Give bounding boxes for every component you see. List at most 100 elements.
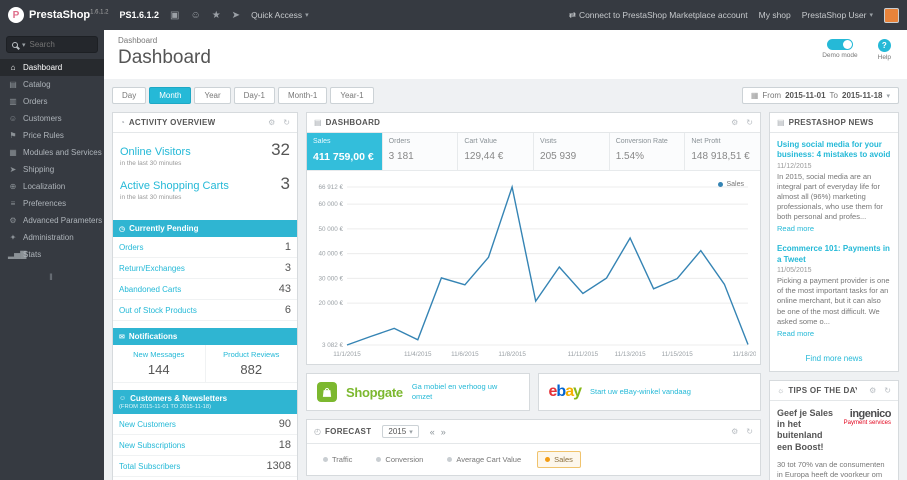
abandoned-carts-link[interactable]: Abandoned Carts [119, 285, 181, 294]
sidebar-item-stats[interactable]: ▂▅▇ Stats [0, 246, 104, 263]
active-carts-link[interactable]: Active Shopping Carts [120, 180, 229, 192]
orders-link[interactable]: Orders [119, 243, 143, 252]
pending-row-returns: Return/Exchanges 3 [113, 258, 297, 279]
kpi-orders[interactable]: Orders 3 181 [382, 133, 459, 170]
sidebar-item-dashboard[interactable]: ⌂ Dashboard [0, 59, 104, 76]
breadcrumb[interactable]: Dashboard [118, 36, 893, 45]
sidebar: ▾ ⌂Dashboard ▤Catalog ▥Orders ☺Customers… [0, 30, 104, 480]
prestashop-logo[interactable]: P PrestaShop1.6.1.2 [8, 7, 109, 23]
kpi-visits[interactable]: Visits 205 939 [534, 133, 610, 170]
demo-mode-label: Demo mode [822, 52, 858, 59]
active-carts-sub: in the last 30 minutes [120, 194, 182, 201]
sidebar-item-administration[interactable]: ✦ Administration [0, 229, 104, 246]
sidebar-item-modules[interactable]: ▦ Modules and Services [0, 144, 104, 161]
range-year-1-button[interactable]: Year-1 [330, 87, 374, 104]
sidebar-collapse-button[interactable]: ‖ [0, 263, 104, 291]
ingenico-logo[interactable]: ingenico Payment services [844, 408, 892, 453]
star-icon[interactable]: ★ [212, 10, 221, 21]
svg-text:11/15/2015: 11/15/2015 [662, 351, 694, 358]
forecast-metric-conversion[interactable]: Conversion [368, 451, 431, 468]
customers-row-total-subscribers: Total Subscribers 1308 [113, 456, 297, 477]
range-month-1-button[interactable]: Month-1 [277, 87, 328, 104]
total-subscribers-link[interactable]: Total Subscribers [119, 462, 180, 471]
sidebar-item-customers[interactable]: ☺ Customers [0, 110, 104, 127]
svg-text:40 000 €: 40 000 € [318, 251, 343, 258]
forecast-year-select[interactable]: 2015 ▾ [382, 425, 419, 438]
chart-legend-sales[interactable]: Sales [718, 181, 744, 188]
sidebar-nav: ⌂ Dashboard ▤ Catalog ▥ Orders ☺ Customers ⚑… [0, 59, 104, 263]
refresh-icon[interactable]: ↻ [884, 386, 891, 395]
range-month-button[interactable]: Month [149, 87, 192, 104]
sidebar-item-shipping[interactable]: ➤ Shipping [0, 161, 104, 178]
product-reviews-link[interactable]: Product Reviews 882 [204, 345, 298, 382]
launch-icon[interactable]: ➤ [232, 10, 240, 21]
gear-icon[interactable]: ⚙ [731, 427, 738, 436]
customers-section-icon: ☺ [119, 395, 127, 402]
marketplace-link[interactable]: ⇄ Connect to PrestaShop Marketplace accou… [569, 10, 748, 21]
quick-access-menu[interactable]: Quick Access ▾ [251, 10, 309, 20]
forecast-icon: ◴ [314, 427, 321, 436]
sidebar-search[interactable]: ▾ [6, 36, 98, 53]
range-buttons: Day Month Year Day-1 Month-1 Year-1 [112, 87, 374, 104]
svg-text:11/8/2015: 11/8/2015 [498, 351, 526, 358]
svg-text:11/11/2015: 11/11/2015 [568, 351, 599, 358]
find-more-news-link[interactable]: Find more news [770, 351, 898, 371]
range-year-button[interactable]: Year [194, 87, 231, 104]
sidebar-item-orders[interactable]: ▥ Orders [0, 93, 104, 110]
user-menu[interactable]: PrestaShop User ▾ [802, 10, 873, 20]
refresh-icon[interactable]: ↻ [746, 118, 753, 127]
new-subscriptions-link[interactable]: New Subscriptions [119, 441, 185, 450]
out-of-stock-link[interactable]: Out of Stock Products [119, 306, 197, 315]
forecast-metric-average-cart-value[interactable]: Average Cart Value [439, 451, 529, 468]
read-more-link[interactable]: Read more [777, 329, 814, 338]
next-year-button[interactable]: » [441, 427, 446, 437]
sidebar-item-catalog[interactable]: ▤ Catalog [0, 76, 104, 93]
refresh-icon[interactable]: ↻ [283, 118, 290, 127]
tip-heading: Geef je Sales in het buitenland een Boos… [777, 407, 834, 452]
new-messages-link[interactable]: New Messages 144 [113, 345, 205, 382]
notifications-icon: ✉ [119, 333, 125, 341]
customers-icon: ☺ [8, 114, 18, 123]
sidebar-item-advanced-parameters[interactable]: ⚙ Advanced Parameters [0, 212, 104, 229]
online-visitors-link[interactable]: Online Visitors [120, 146, 191, 158]
read-more-link[interactable]: Read more [777, 224, 814, 233]
kpi-cart-value[interactable]: Cart Value 129,44 € [458, 133, 535, 170]
shopgate-link[interactable]: Ga mobiel en verhoog uw omzet [412, 382, 519, 402]
help-icon[interactable]: ? [877, 39, 891, 52]
gear-icon[interactable]: ⚙ [731, 118, 738, 127]
shop-icon[interactable]: ▣ [170, 10, 179, 21]
news-article-title[interactable]: Ecommerce 101: Payments in a Tweet [777, 244, 891, 265]
returns-link[interactable]: Return/Exchanges [119, 264, 185, 273]
kpi-net-profit[interactable]: Net Profit 148 918,51 € [685, 133, 761, 170]
svg-text:20 000 €: 20 000 € [318, 300, 343, 307]
sales-chart: 3 082 € 20 000 € 30 000 € 40 000 € 50 000 € 6… [318, 184, 764, 358]
kpi-conversion-rate[interactable]: Conversion Rate 1.54% [609, 133, 686, 170]
localization-icon: ⊕ [9, 182, 17, 191]
sidebar-item-price-rules[interactable]: ⚑ Price Rules [0, 127, 104, 144]
svg-text:50 000 €: 50 000 € [318, 226, 343, 233]
forecast-metric-traffic[interactable]: Traffic [315, 451, 360, 468]
employee-icon[interactable]: ☺ [190, 10, 200, 21]
svg-text:30 000 €: 30 000 € [318, 275, 343, 282]
range-day-1-button[interactable]: Day-1 [233, 87, 275, 104]
kpi-sales[interactable]: Sales 411 759,00 € [307, 133, 383, 170]
range-day-button[interactable]: Day [112, 87, 147, 104]
news-article-excerpt: In 2015, social media are an integral pa… [777, 171, 883, 222]
prev-year-button[interactable]: « [430, 427, 435, 437]
shopgate-logo-icon [317, 382, 337, 402]
refresh-icon[interactable]: ↻ [746, 427, 753, 436]
sidebar-item-preferences[interactable]: ≡ Preferences [0, 195, 104, 212]
news-article-title[interactable]: Using social media for your business: 4 … [777, 140, 891, 161]
my-shop-link[interactable]: My shop [759, 10, 791, 20]
avatar[interactable] [884, 7, 899, 23]
gear-icon[interactable]: ⚙ [869, 386, 876, 395]
date-range-picker[interactable]: ▦ From 2015-11-01 To 2015-11-18 ▾ [741, 87, 899, 104]
forecast-metric-sales[interactable]: Sales [537, 451, 581, 468]
panel-activity-overview: ◔ ACTIVITY OVERVIEW ⚙ ↻ Online Visitors 3… [112, 112, 298, 480]
new-customers-link[interactable]: New Customers [119, 420, 176, 429]
search-input[interactable] [29, 40, 82, 49]
gear-icon[interactable]: ⚙ [268, 118, 275, 127]
sidebar-item-localization[interactable]: ⊕ Localization [0, 178, 104, 195]
demo-mode-toggle[interactable] [826, 39, 853, 50]
ebay-link[interactable]: Start uw eBay-winkel vandaag [590, 387, 691, 397]
